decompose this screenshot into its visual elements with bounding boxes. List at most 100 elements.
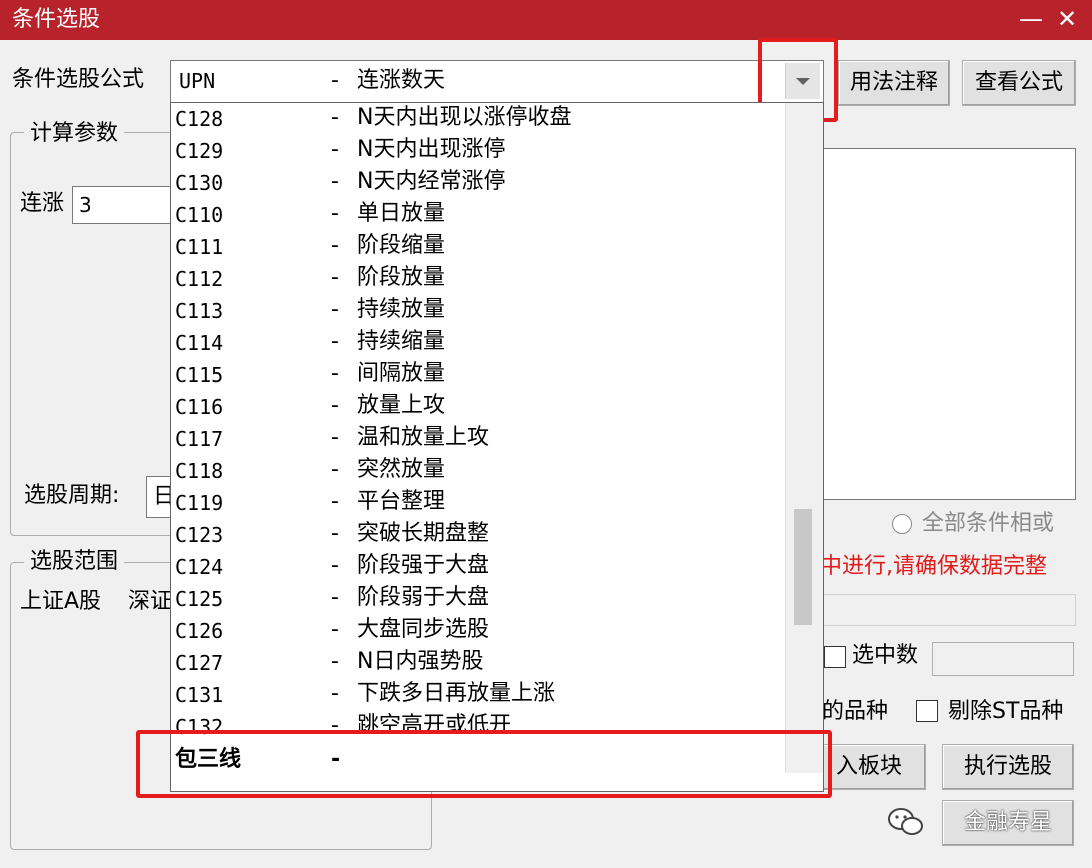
execute-button[interactable]: 执行选股 xyxy=(942,744,1074,790)
item-code: C123 xyxy=(175,523,224,547)
item-sep: - xyxy=(331,585,339,610)
list-item[interactable]: C123 - 突破长期盘整 xyxy=(171,519,781,551)
item-name: 阶段缩量 xyxy=(357,233,446,258)
close-icon[interactable]: ✕ xyxy=(1052,4,1082,34)
item-name: N天内出现以涨停收盘 xyxy=(357,105,572,130)
minimize-icon[interactable]: — xyxy=(1016,4,1046,34)
item-name: 突破长期盘整 xyxy=(357,521,490,546)
or-radio-label: 全部条件相或 xyxy=(922,511,1055,536)
dropdown-scrollbar[interactable] xyxy=(785,103,823,773)
list-item[interactable]: C129 - N天内出现涨停 xyxy=(171,135,781,167)
item-sep: - xyxy=(331,265,339,290)
item-code: C111 xyxy=(175,235,224,259)
item-code: C126 xyxy=(175,619,224,643)
item-sep: - xyxy=(331,393,339,418)
item-sep: - xyxy=(331,329,339,354)
list-item[interactable]: C117 - 温和放量上攻 xyxy=(171,423,781,455)
list-item[interactable]: C131 - 下跌多日再放量上涨 xyxy=(171,679,781,711)
formula-description-box[interactable] xyxy=(822,148,1076,500)
item-name: 阶段强于大盘 xyxy=(357,553,490,578)
list-item[interactable]: C128 - N天内出现以涨停收盘 xyxy=(171,103,781,135)
item-sep: - xyxy=(331,105,339,130)
list-item[interactable]: C110 - 单日放量 xyxy=(171,199,781,231)
item-name: 持续缩量 xyxy=(357,329,446,354)
window-title: 条件选股 xyxy=(12,7,101,32)
item-code: C130 xyxy=(175,171,224,195)
selected-count-field xyxy=(932,642,1074,676)
item-code: C110 xyxy=(175,203,224,227)
formula-combobox[interactable]: UPN - 连涨数天 xyxy=(170,60,824,104)
usage-notes-button[interactable]: 用法注释 xyxy=(838,60,950,106)
list-item[interactable]: C119 - 平台整理 xyxy=(171,487,781,519)
item-sep: - xyxy=(331,649,339,674)
item-code: C113 xyxy=(175,299,224,323)
list-item[interactable]: C125 - 阶段弱于大盘 xyxy=(171,583,781,615)
lianzhang-input[interactable]: 3 xyxy=(72,186,174,224)
item-name: 阶段放量 xyxy=(357,265,446,290)
item-sep: - xyxy=(331,425,339,450)
formula-label: 条件选股公式 xyxy=(12,67,145,92)
combo-selected-code: UPN xyxy=(179,69,216,93)
formula-dropdown-list[interactable]: C128 - N天内出现以涨停收盘 C129 - N天内出现涨停 C130 - … xyxy=(170,102,824,792)
item-code: C127 xyxy=(175,651,224,675)
list-item[interactable]: C124 - 阶段强于大盘 xyxy=(171,551,781,583)
item-name: 大盘同步选股 xyxy=(357,617,490,642)
list-item[interactable]: C126 - 大盘同步选股 xyxy=(171,615,781,647)
item-code: C114 xyxy=(175,331,224,355)
lianzhang-value: 3 xyxy=(79,193,92,217)
highlight-baosanxian xyxy=(136,730,832,798)
item-sep: - xyxy=(331,457,339,482)
combo-selected-name: 连涨数天 xyxy=(357,68,446,93)
list-item[interactable]: C116 - 放量上攻 xyxy=(171,391,781,423)
item-sep: - xyxy=(331,201,339,226)
item-name: N日内强势股 xyxy=(357,649,484,674)
list-item[interactable]: C113 - 持续放量 xyxy=(171,295,781,327)
item-sep: - xyxy=(331,521,339,546)
exclude-st-checkbox[interactable] xyxy=(916,700,938,722)
item-sep: - xyxy=(331,137,339,162)
stock-range-title: 选股范围 xyxy=(24,548,125,576)
item-name: 放量上攻 xyxy=(357,393,446,418)
item-name: N天内经常涨停 xyxy=(357,169,506,194)
title-bar xyxy=(0,0,1092,40)
item-sep: - xyxy=(331,233,339,258)
item-name: 温和放量上攻 xyxy=(357,425,490,450)
exclude-st-label: 剔除ST品种 xyxy=(948,699,1064,724)
item-code: C131 xyxy=(175,683,224,707)
item-sep: - xyxy=(331,553,339,578)
list-item[interactable]: C114 - 持续缩量 xyxy=(171,327,781,359)
combo-selected-sep: - xyxy=(331,68,339,93)
lianzhang-label: 连涨 xyxy=(20,191,65,216)
list-item[interactable]: C118 - 突然放量 xyxy=(171,455,781,487)
item-code: C128 xyxy=(175,107,224,131)
item-code: C124 xyxy=(175,555,224,579)
view-formula-button[interactable]: 查看公式 xyxy=(962,60,1076,106)
item-name: 间隔放量 xyxy=(357,361,446,386)
scrollbar-thumb[interactable] xyxy=(794,509,812,625)
watermark-text: 金融寿星 xyxy=(942,800,1074,846)
status-text: 中进行,请确保数据完整 xyxy=(820,554,1047,579)
item-name: 下跌多日再放量上涨 xyxy=(357,681,556,706)
item-code: C117 xyxy=(175,427,224,451)
range-item-sz[interactable]: 深证 xyxy=(128,588,172,616)
or-radio[interactable] xyxy=(892,514,912,534)
range-item-sh-a[interactable]: 上证A股 xyxy=(20,588,101,616)
item-code: C129 xyxy=(175,139,224,163)
item-code: C118 xyxy=(175,459,224,483)
item-name: 单日放量 xyxy=(357,201,446,226)
item-code: C116 xyxy=(175,395,224,419)
list-item[interactable]: C127 - N日内强势股 xyxy=(171,647,781,679)
selected-count-checkbox[interactable] xyxy=(824,646,846,668)
item-code: C125 xyxy=(175,587,224,611)
item-sep: - xyxy=(331,617,339,642)
list-item[interactable]: C112 - 阶段放量 xyxy=(171,263,781,295)
item-name: N天内出现涨停 xyxy=(357,137,506,162)
progress-field xyxy=(822,594,1076,626)
list-item[interactable]: C115 - 间隔放量 xyxy=(171,359,781,391)
item-sep: - xyxy=(331,169,339,194)
list-item[interactable]: C130 - N天内经常涨停 xyxy=(171,167,781,199)
item-sep: - xyxy=(331,681,339,706)
item-sep: - xyxy=(331,489,339,514)
list-item[interactable]: C111 - 阶段缩量 xyxy=(171,231,781,263)
wechat-icon xyxy=(888,808,923,835)
